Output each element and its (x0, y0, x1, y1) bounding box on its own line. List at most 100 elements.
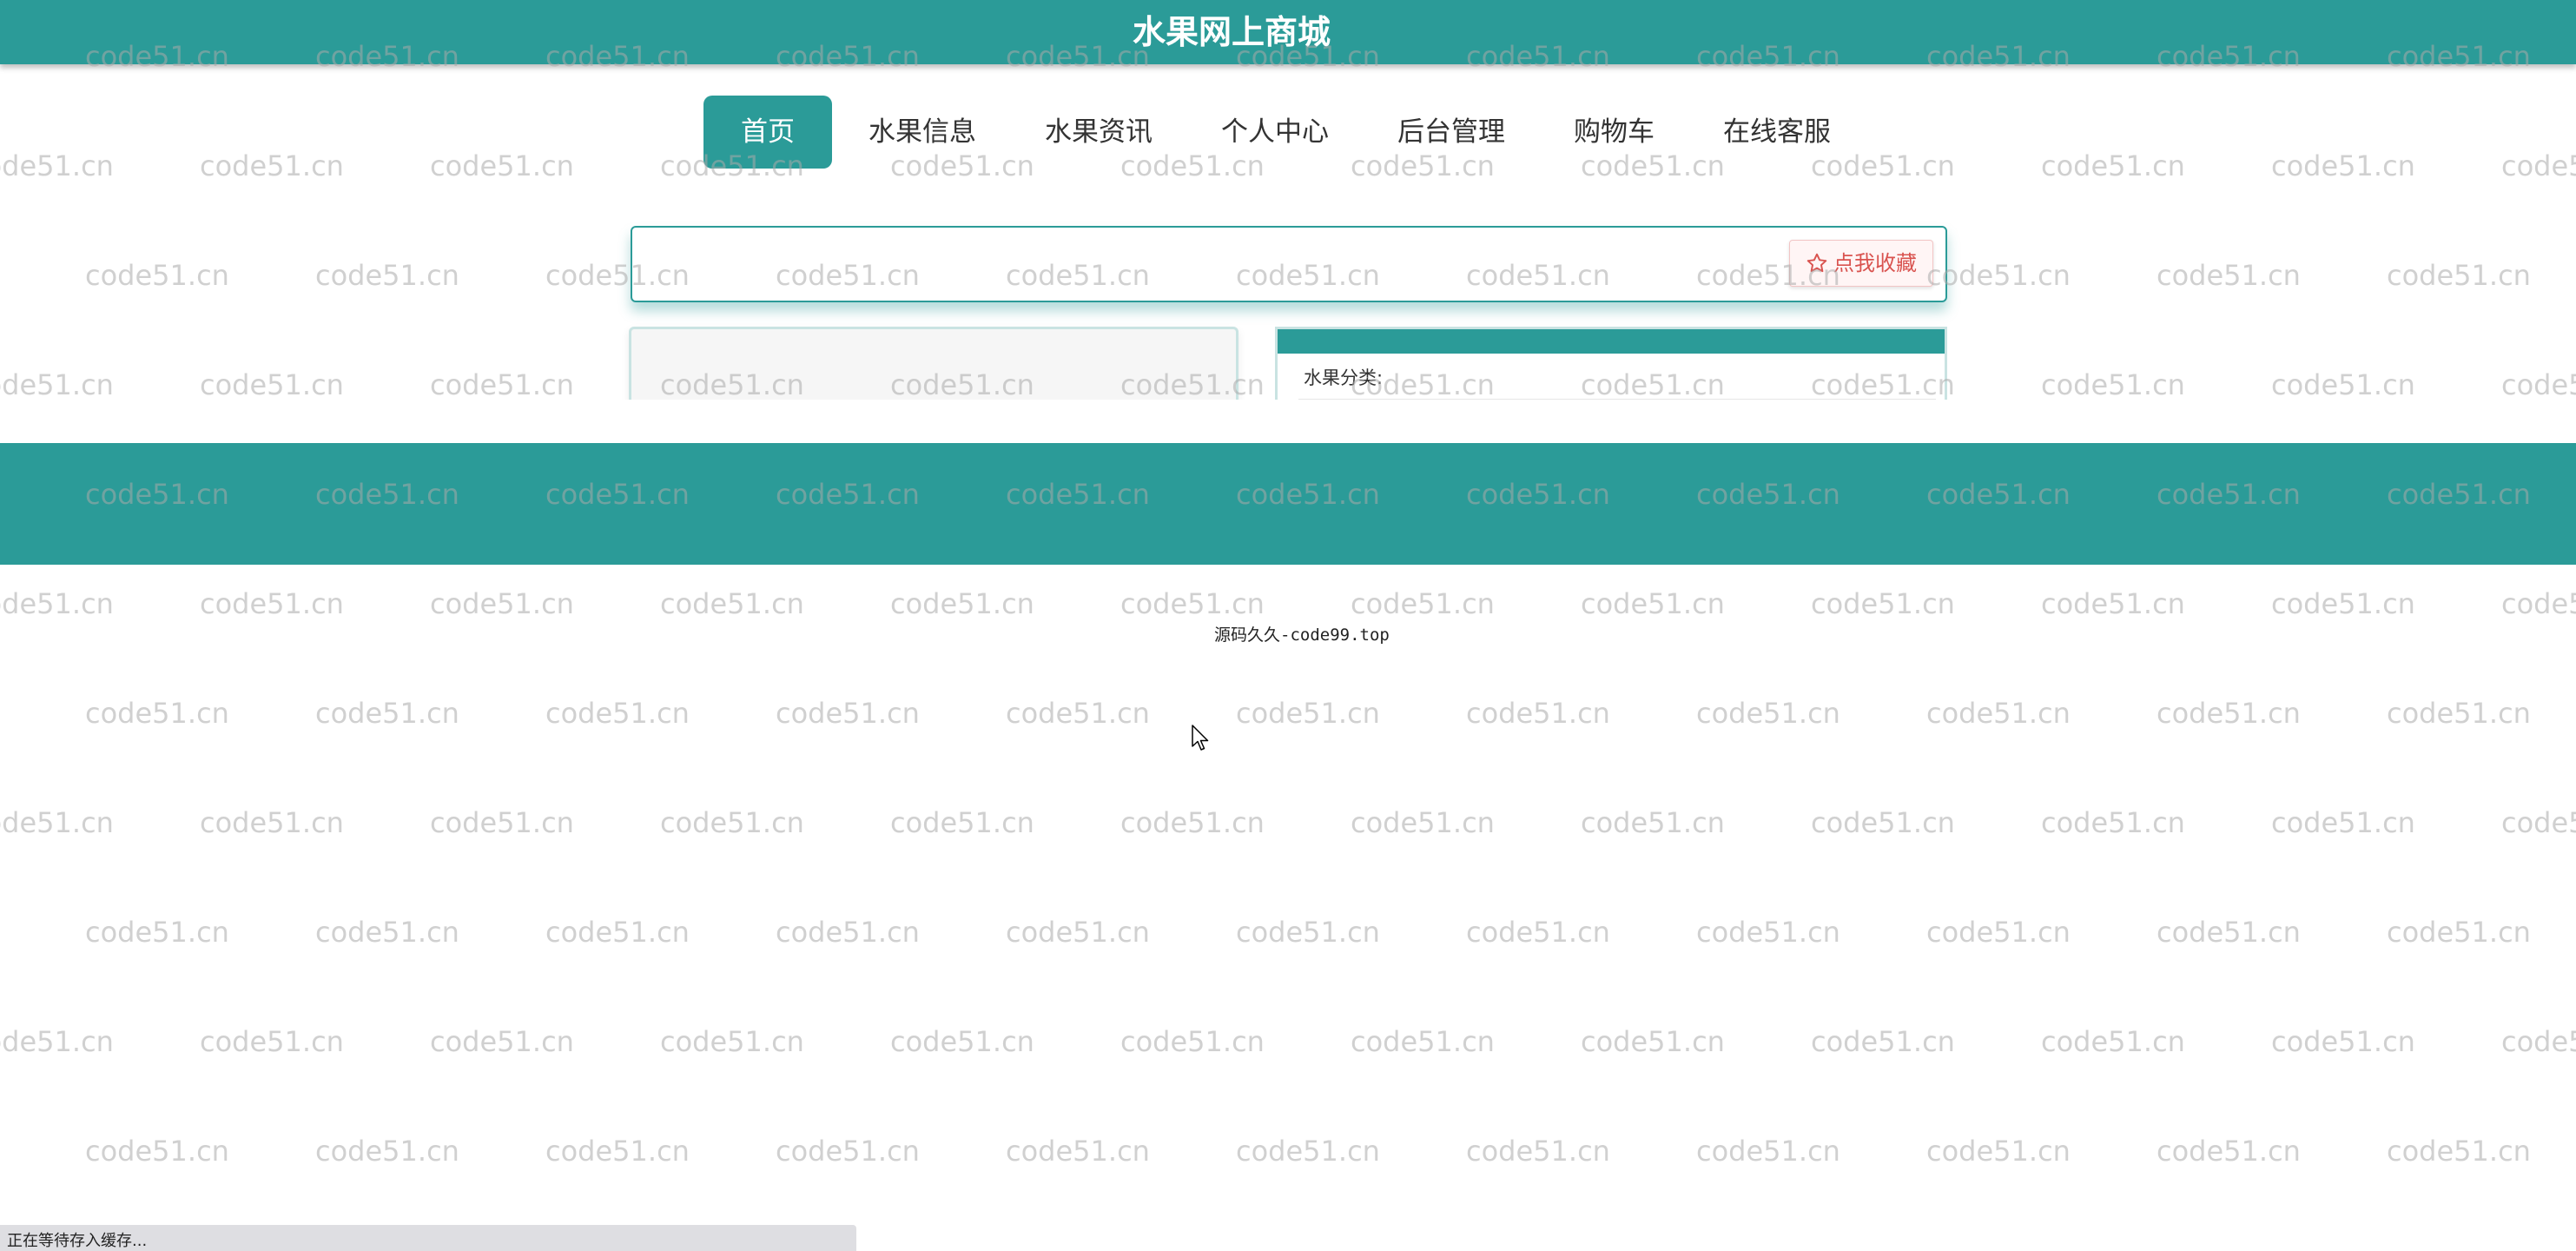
footer-text: 源码久久-code99.top (1214, 626, 1390, 645)
watermark-text: code51.cn (1581, 806, 1725, 839)
watermark-text: code51.cn (1120, 587, 1265, 620)
watermark-text: code51.cn (1466, 916, 1610, 949)
watermark-text: code51.cn (890, 1025, 1034, 1058)
watermark-text: code51.cn (1006, 916, 1150, 949)
watermark-text: code51.cn (2041, 149, 2185, 182)
watermark-text: code51.cn (2501, 806, 2576, 839)
watermark-text: code51.cn (1696, 1135, 1840, 1168)
watermark-text: code51.cn (2501, 149, 2576, 182)
watermark-text: code51.cn (1926, 1135, 2071, 1168)
watermark-text: code51.cn (2271, 587, 2415, 620)
watermark-text: code51.cn (315, 259, 459, 292)
watermark-text: code51.cn (890, 587, 1034, 620)
watermark-text: code51.cn (85, 1135, 229, 1168)
nav-item-fruit-info[interactable]: 水果信息 (836, 96, 1008, 169)
watermark-text: code51.cn (200, 1025, 344, 1058)
watermark-text: code51.cn (0, 806, 114, 839)
watermark-text: code51.cn (2387, 1135, 2531, 1168)
watermark-text: code51.cn (1696, 697, 1840, 730)
product-image-box (629, 327, 1238, 400)
watermark-text: code51.cn (315, 1135, 459, 1168)
watermark-text: code51.cn (2501, 587, 2576, 620)
collect-button-label: 点我收藏 (1833, 251, 1917, 275)
watermark-text: code51.cn (1811, 587, 1955, 620)
watermark-text: code51.cn (85, 697, 229, 730)
watermark-text: code51.cn (545, 697, 690, 730)
watermark-text: code51.cn (2271, 149, 2415, 182)
watermark-text: code51.cn (1581, 587, 1725, 620)
watermark-text: code51.cn (1120, 806, 1265, 839)
watermark-text: code51.cn (0, 1025, 114, 1058)
nav-item-home[interactable]: 首页 (703, 96, 832, 169)
page: 水果网上商城 首页 水果信息 水果资讯 个人中心 后台管理 购物车 在线客服 点… (0, 0, 2576, 1251)
watermark-text: code51.cn (776, 916, 920, 949)
nav-item-fruit-news[interactable]: 水果资讯 (1013, 96, 1185, 169)
watermark-text: code51.cn (2271, 1025, 2415, 1058)
nav-item-customer-service[interactable]: 在线客服 (1691, 96, 1863, 169)
watermark-text: code51.cn (1236, 1135, 1380, 1168)
collect-bar: 点我收藏 (631, 226, 1947, 302)
watermark-text: code51.cn (1236, 916, 1380, 949)
footer-band (0, 443, 2576, 565)
watermark-text: code51.cn (85, 916, 229, 949)
watermark-text: code51.cn (1236, 697, 1380, 730)
collect-button[interactable]: 点我收藏 (1789, 240, 1933, 287)
nav-item-user-center[interactable]: 个人中心 (1189, 96, 1361, 169)
content-area: 水果分类: (0, 321, 2576, 400)
watermark-text: code51.cn (660, 587, 804, 620)
watermark-text: code51.cn (430, 587, 574, 620)
watermark-text: code51.cn (430, 1025, 574, 1058)
watermark-text: code51.cn (315, 916, 459, 949)
watermark-text: code51.cn (776, 1135, 920, 1168)
info-divider (1298, 399, 1936, 400)
watermark-text: code51.cn (1351, 1025, 1495, 1058)
fruit-category-label: 水果分类: (1304, 367, 1384, 388)
watermark-text: code51.cn (1811, 806, 1955, 839)
watermark-text: code51.cn (1466, 697, 1610, 730)
watermark-text: code51.cn (660, 806, 804, 839)
watermark-text: code51.cn (1926, 697, 2071, 730)
watermark-text: code51.cn (890, 806, 1034, 839)
browser-status-bar: 正在等待存入缓存... (0, 1225, 856, 1251)
watermark-text: code51.cn (1006, 697, 1150, 730)
product-info-header (1278, 329, 1945, 354)
nav-item-cart[interactable]: 购物车 (1542, 96, 1687, 169)
watermark-text: code51.cn (430, 806, 574, 839)
watermark-text: code51.cn (1811, 1025, 1955, 1058)
watermark-text: code51.cn (2501, 1025, 2576, 1058)
watermark-text: code51.cn (1581, 1025, 1725, 1058)
watermark-text: code51.cn (2271, 806, 2415, 839)
watermark-text: code51.cn (2387, 259, 2531, 292)
watermark-text: code51.cn (2041, 1025, 2185, 1058)
watermark-text: code51.cn (0, 587, 114, 620)
watermark-text: code51.cn (2387, 697, 2531, 730)
watermark-text: code51.cn (2157, 697, 2301, 730)
watermark-text: code51.cn (430, 149, 574, 182)
watermark-text: code51.cn (1120, 1025, 1265, 1058)
watermark-text: code51.cn (2041, 587, 2185, 620)
product-info-box: 水果分类: (1275, 327, 1947, 400)
watermark-text: code51.cn (545, 1135, 690, 1168)
watermark-text: code51.cn (315, 697, 459, 730)
watermark-text: code51.cn (2041, 806, 2185, 839)
watermark-text: code51.cn (1351, 806, 1495, 839)
watermark-text: code51.cn (2157, 259, 2301, 292)
watermark-text: code51.cn (2157, 916, 2301, 949)
watermark-text: code51.cn (545, 916, 690, 949)
watermark-text: code51.cn (1926, 259, 2071, 292)
watermark-text: code51.cn (200, 587, 344, 620)
star-outline-icon (1807, 253, 1827, 273)
watermark-text: code51.cn (1006, 1135, 1150, 1168)
watermark-text: code51.cn (200, 149, 344, 182)
watermark-text: code51.cn (1696, 916, 1840, 949)
watermark-text: code51.cn (1466, 1135, 1610, 1168)
mouse-cursor-icon (1192, 725, 1209, 751)
watermark-text: code51.cn (85, 259, 229, 292)
nav-item-admin[interactable]: 后台管理 (1365, 96, 1537, 169)
status-text: 正在等待存入缓存... (7, 1232, 148, 1250)
watermark-text: code51.cn (2157, 1135, 2301, 1168)
watermark-text: code51.cn (1926, 916, 2071, 949)
watermark-text: code51.cn (776, 697, 920, 730)
watermark-text: code51.cn (660, 1025, 804, 1058)
watermark-text: code51.cn (0, 149, 114, 182)
